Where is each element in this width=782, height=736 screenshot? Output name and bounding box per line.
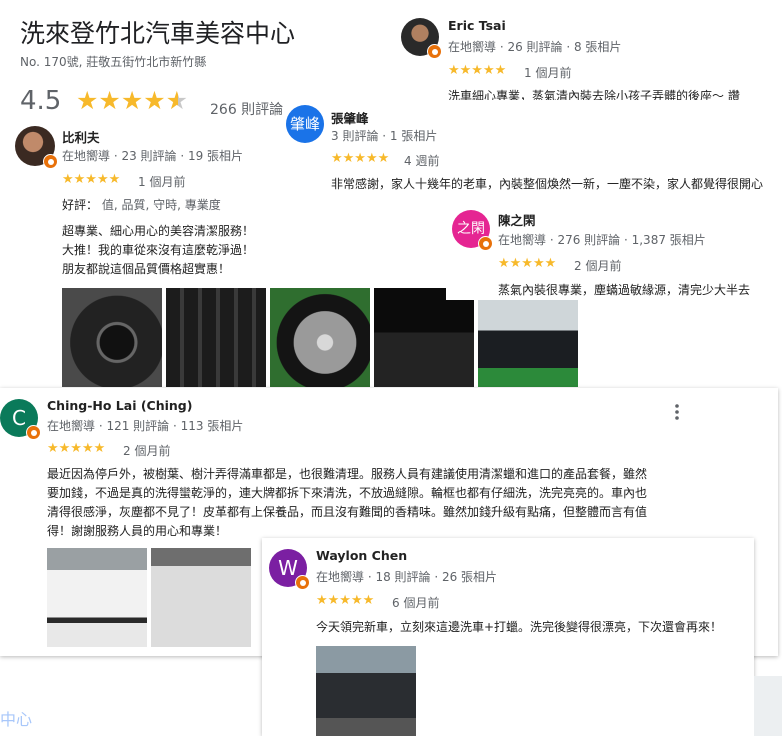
footer-partial-text: 中心 (0, 710, 33, 729)
avatar[interactable]: 肇峰 (286, 105, 324, 143)
local-guide-badge-icon (26, 425, 41, 440)
reviewer-name[interactable]: Eric Tsai (448, 18, 506, 33)
avatar[interactable]: C (0, 399, 41, 440)
review-card-waylon: W Waylon Chen 在地嚮導 · 18 則評論 · 26 張相片 ★★★… (262, 538, 754, 736)
reviewer-name[interactable]: Ching-Ho Lai (Ching) (47, 398, 192, 413)
reviewer-meta: 在地嚮導 · 18 則評論 · 26 張相片 (316, 570, 498, 584)
review-line: 最近因為停戶外，被樹葉、樹汁弄得滿車都是，也很難清理。服務人員有建議使用清潔蠟和… (47, 467, 648, 481)
review-count[interactable]: 266 則評論 (210, 99, 283, 119)
review-photo-back-seat[interactable] (166, 288, 266, 387)
reviewer-meta: 在地嚮導 · 26 則評論 · 8 張相片 (448, 40, 622, 54)
avatar[interactable] (401, 18, 442, 59)
review-card-zhang: 肇峰 張肇峰 3 則評論 · 1 張相片 ★★★★★ 4 週前 非常感謝，家人十… (283, 100, 782, 196)
review-photo-steering-wheel[interactable] (62, 288, 162, 387)
review-card-eric: Eric Tsai 在地嚮導 · 26 則評論 · 8 張相片 ★★★★★ 1 … (395, 10, 782, 110)
review-stars: ★★★★★ (47, 441, 106, 456)
review-time: 1 個月前 (524, 66, 572, 80)
review-time: 2 個月前 (574, 259, 622, 273)
reviewer-name[interactable]: 陳之閑 (498, 210, 536, 229)
reviewer-name[interactable]: Waylon Chen (316, 548, 407, 563)
review-photo-white-car-front[interactable] (47, 548, 147, 647)
review-time: 4 週前 (404, 154, 440, 168)
review-text: 非常感謝，家人十幾年的老車，內裝整個煥然一新，一塵不染，家人都覺得很開心 (331, 177, 764, 191)
review-line: 大推！我的車從來沒有這麼乾淨過！ (62, 243, 255, 257)
reviewer-meta: 3 則評論 · 1 張相片 (331, 129, 438, 143)
highlights-label: 好評： (62, 198, 99, 212)
more-vert-icon[interactable] (670, 403, 684, 421)
review-photo-white-car-hood[interactable] (151, 548, 251, 647)
avatar-initials: 肇峰 (289, 115, 320, 133)
review-line: 清得很感淨，灰塵都不見了！皮革都有上保養品，而且沒有難聞的香精味。雖然加錢升級有… (47, 505, 648, 519)
place-rating: 4.5 (20, 86, 62, 116)
review-photo-floor[interactable] (374, 288, 474, 387)
avatar[interactable]: 之閑 (452, 210, 493, 251)
reviewer-name[interactable]: 張肇峰 (331, 108, 369, 127)
local-guide-badge-icon (43, 154, 58, 169)
highlights-text: 值, 品質, 守時, 專業度 (101, 198, 221, 212)
reviewer-name[interactable]: 比利夫 (62, 127, 100, 146)
review-line: 要加錢，不過是真的洗得蠻乾淨的，連大牌都拆下來清洗，不放過縫隙。輪框也都有仔細洗… (47, 486, 648, 500)
reviewer-meta: 在地嚮導 · 23 則評論 · 19 張相片 (62, 149, 244, 163)
place-title: 洗來登竹北汽車美容中心 (20, 19, 296, 48)
review-text: 最近因為停戶外，被樹葉、樹汁弄得滿車都是，也很難清理。服務人員有建議使用清潔蠟和… (47, 465, 647, 541)
avatar[interactable]: W (269, 549, 310, 590)
reviewer-meta: 在地嚮導 · 121 則評論 · 113 張相片 (47, 419, 244, 433)
review-photo-wheel[interactable] (270, 288, 370, 387)
review-stars: ★★★★★ (62, 172, 121, 187)
local-guide-badge-icon (295, 575, 310, 590)
right-edge-fragment (754, 676, 782, 736)
review-photo-new-car[interactable] (316, 646, 416, 736)
avatar[interactable] (15, 126, 58, 169)
review-time: 2 個月前 (123, 444, 171, 458)
review-stars: ★★★★★ (498, 256, 557, 271)
review-stars: ★★★★★ (331, 151, 390, 166)
avatar-initials: 之閑 (457, 221, 485, 237)
review-text: 超專業、細心用心的美容清潔服務！ 大推！我的車從來沒有這麼乾淨過！ 朋友都說這個… (62, 222, 254, 279)
review-text: 今天領完新車，立刻來這邊洗車+打蠟。洗完後變得很漂亮，下次還會再來！ (316, 620, 723, 634)
rating-stars: ★★★★★ (76, 86, 189, 115)
review-line: 超專業、細心用心的美容清潔服務！ (62, 224, 255, 238)
review-photo-car[interactable] (478, 300, 578, 387)
avatar-initials: W (278, 556, 298, 580)
review-time: 6 個月前 (392, 596, 440, 610)
review-time: 1 個月前 (138, 175, 186, 189)
local-guide-badge-icon (478, 236, 493, 251)
review-line: 朋友都說這個品質價格超實惠！ (62, 262, 231, 276)
review-stars: ★★★★★ (316, 593, 375, 608)
review-stars: ★★★★★ (448, 63, 507, 78)
review-text: 蒸氣內裝很專業，塵蟎過敏緣源，清完少大半去 (498, 283, 751, 297)
avatar-initials: C (12, 406, 26, 430)
reviewer-meta: 在地嚮導 · 276 則評論 · 1,387 張相片 (498, 233, 706, 247)
review-highlights: 好評： 值, 品質, 守時, 專業度 (62, 196, 221, 215)
place-address: No. 170號, 莊敬五街竹北市新竹縣 (20, 55, 207, 69)
review-card-chen: 之閑 陳之閑 在地嚮導 · 276 則評論 · 1,387 張相片 ★★★★★ … (446, 200, 782, 300)
local-guide-badge-icon (427, 44, 442, 59)
